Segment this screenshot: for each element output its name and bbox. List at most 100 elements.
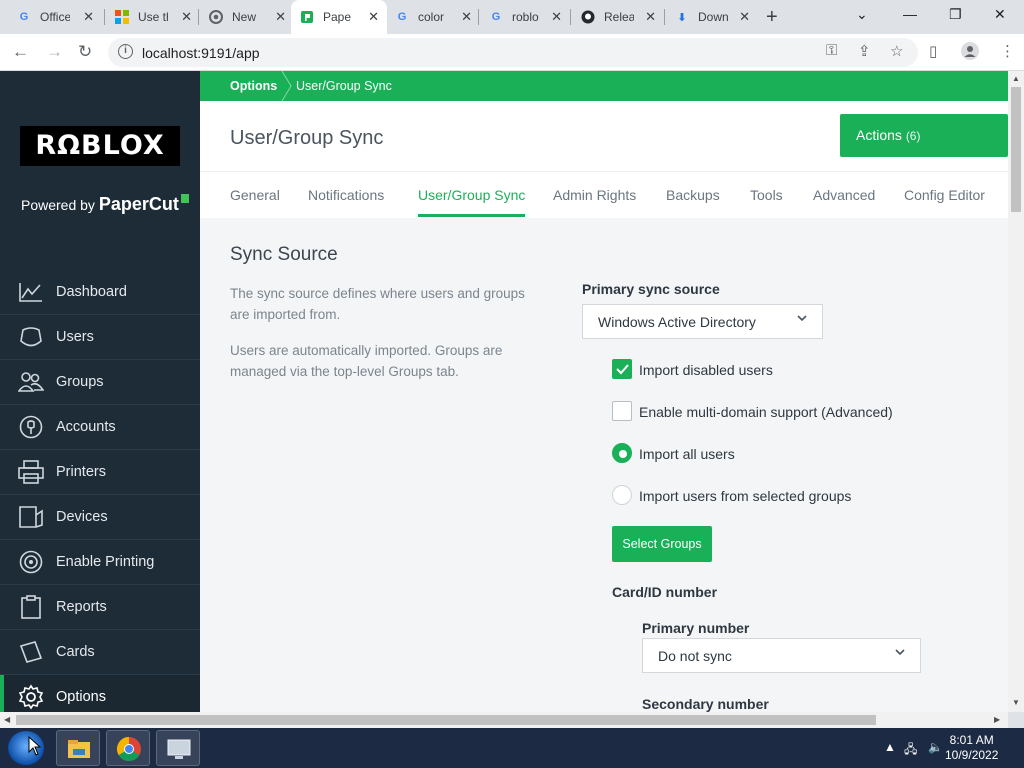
release-icon [18,549,44,575]
import-selected-groups-label: Import users from selected groups [639,488,852,504]
horizontal-scrollbar[interactable]: ◀ ▶ [0,712,1008,728]
address-bar[interactable]: i localhost:9191/app [108,38,918,67]
primary-number-select[interactable]: Do not sync [642,638,921,673]
sidebar-item-accounts[interactable]: Accounts [0,405,200,450]
close-icon[interactable]: ✕ [181,9,192,25]
back-arrow-icon[interactable]: ← [12,42,29,62]
scroll-right-arrow-icon[interactable]: ▶ [994,715,1000,724]
breadcrumb-options[interactable]: Options [230,79,277,93]
profile-avatar-icon[interactable] [961,42,979,64]
browser-tab[interactable]: G Office ✕ [8,0,102,34]
forward-arrow-icon[interactable]: → [46,42,63,62]
side-panel-icon[interactable]: ▯ [929,42,937,60]
tray-expand-arrow-icon[interactable]: ▲ [884,740,896,754]
chrome-taskbar-icon[interactable] [106,730,150,766]
select-groups-button[interactable]: Select Groups [612,526,712,562]
browser-tab-active[interactable]: Pape ✕ [291,0,387,34]
reload-icon[interactable]: ↻ [78,42,92,62]
import-disabled-users-checkbox[interactable] [612,359,632,379]
remote-desktop-icon[interactable] [156,730,200,766]
main-content: Options User/Group Sync User/Group Sync … [200,71,1008,712]
primary-sync-source-select[interactable]: Windows Active Directory [582,304,823,339]
secondary-number-label: Secondary number [642,696,769,712]
actions-count: (6) [905,129,921,143]
microsoft-icon [114,9,130,25]
actions-button[interactable]: Actions (6) [840,114,1008,157]
scroll-up-arrow-icon[interactable]: ▲ [1012,74,1020,83]
tab-search-chevron-icon[interactable]: ⌄ [856,6,868,23]
tab-notifications[interactable]: Notifications [308,187,384,203]
options-tabs: General Notifications User/Group Sync Ad… [200,171,1008,218]
sidebar-item-label: Enable Printing [56,554,155,570]
sidebar-item-label: Dashboard [56,284,127,300]
tab-advanced[interactable]: Advanced [813,187,875,203]
primary-number-label: Primary number [642,620,750,636]
close-icon[interactable]: ✕ [551,9,562,25]
sidebar-item-users[interactable]: Users [0,315,200,360]
powered-by-papercut: Powered by PaperCut [21,194,189,215]
multi-domain-checkbox[interactable] [612,401,632,421]
tab-config-editor[interactable]: Config Editor [904,187,985,203]
close-window-icon[interactable]: ✕ [994,6,1006,23]
sidebar-item-label: Groups [56,374,104,390]
close-icon[interactable]: ✕ [368,9,379,25]
device-icon [18,504,44,530]
google-icon: G [19,11,29,23]
sidebar-item-enable-printing[interactable]: Enable Printing [0,540,200,585]
scroll-down-arrow-icon[interactable]: ▼ [1012,698,1020,707]
tab-title: Down [698,10,728,24]
file-explorer-icon[interactable] [56,730,100,766]
card-icon [18,639,44,665]
sidebar-item-groups[interactable]: Groups [0,360,200,405]
close-icon[interactable]: ✕ [83,9,94,25]
network-icon[interactable]: 🖧 [904,740,917,761]
gear-icon [18,684,44,710]
multi-domain-label: Enable multi-domain support (Advanced) [639,404,893,420]
dashboard-chart-icon [18,279,44,305]
import-all-users-radio[interactable] [612,443,632,463]
windows-taskbar: ▲ 🖧 🔈 8:01 AM 10/9/2022 [0,728,1024,768]
tab-admin-rights[interactable]: Admin Rights [553,187,636,203]
sidebar-item-dashboard[interactable]: Dashboard [0,270,200,315]
import-selected-groups-radio[interactable] [612,485,632,505]
browser-tab[interactable]: G color ✕ [386,0,480,34]
info-icon[interactable]: i [118,44,133,59]
browser-tab[interactable]: Use th ✕ [106,0,200,34]
primary-sync-source-label: Primary sync source [582,281,720,297]
vertical-scroll-thumb[interactable] [1011,87,1021,212]
sidebar-item-label: Accounts [56,419,116,435]
close-icon[interactable]: ✕ [275,9,286,25]
page-title: User/Group Sync [230,127,384,149]
close-icon[interactable]: ✕ [739,9,750,25]
tab-user-group-sync[interactable]: User/Group Sync [418,187,526,217]
menu-kebab-icon[interactable]: ⋮ [1000,42,1015,60]
horizontal-scroll-thumb[interactable] [16,715,876,725]
tab-tools[interactable]: Tools [750,187,783,203]
close-icon[interactable]: ✕ [645,9,656,25]
share-icon[interactable]: ⇪ [858,42,871,60]
vertical-scrollbar[interactable]: ▲ ▼ [1008,71,1024,712]
volume-icon[interactable]: 🔈 [928,740,943,754]
scroll-left-arrow-icon[interactable]: ◀ [4,715,10,724]
system-clock[interactable]: 8:01 AM 10/9/2022 [945,733,998,763]
browser-tab[interactable]: New ✕ [200,0,294,34]
sidebar-item-printers[interactable]: Printers [0,450,200,495]
browser-tab[interactable]: Relea ✕ [572,0,664,34]
breadcrumb-separator-icon [281,71,292,101]
new-tab-plus-icon[interactable]: + [766,6,778,29]
minimize-icon[interactable]: — [903,6,917,22]
sidebar-item-label: Cards [56,644,95,660]
tab-backups[interactable]: Backups [666,187,720,203]
close-icon[interactable]: ✕ [461,9,472,25]
tab-title: color [418,10,445,24]
bookmark-star-icon[interactable]: ☆ [890,42,903,60]
tab-general[interactable]: General [230,187,280,203]
sidebar-item-reports[interactable]: Reports [0,585,200,630]
sidebar-item-cards[interactable]: Cards [0,630,200,675]
browser-tab[interactable]: G roblo ✕ [480,0,570,34]
browser-tab-strip: G Office ✕ Use th ✕ New ✕ Pape ✕ [0,0,1024,34]
browser-tab[interactable]: ⬇ Down ✕ [666,0,758,34]
sidebar-item-devices[interactable]: Devices [0,495,200,540]
key-icon[interactable]: ⚿ [826,42,837,59]
restore-icon[interactable]: ❐ [949,6,962,23]
